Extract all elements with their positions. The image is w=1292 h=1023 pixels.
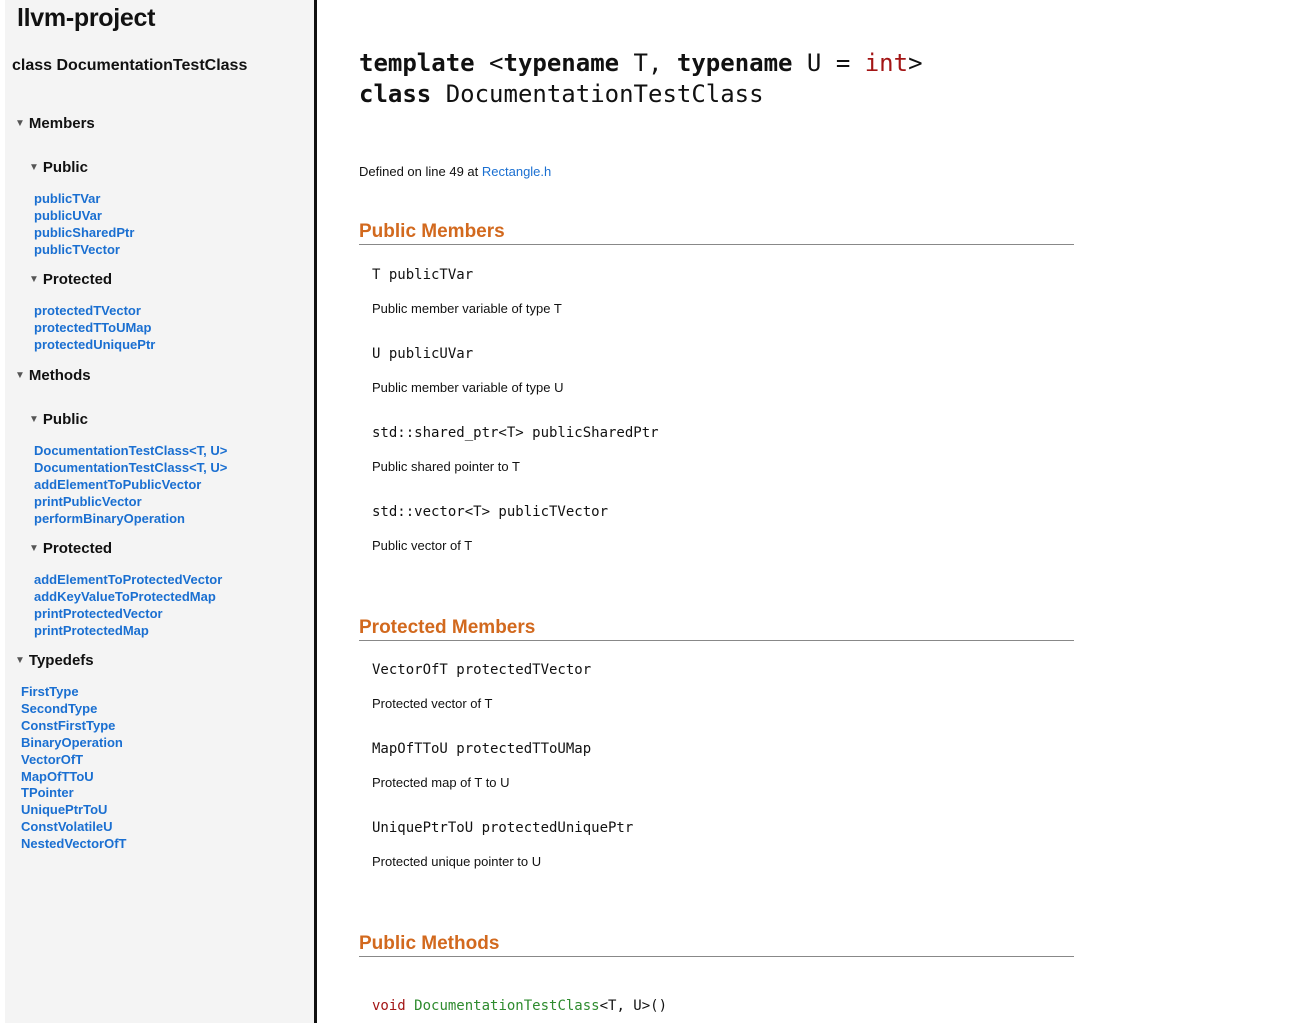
- sidebar-list-members-public: publicTVar publicUVar publicSharedPtr pu…: [34, 191, 134, 259]
- member-signature: std::vector<T> publicTVector: [372, 504, 609, 520]
- sidebar-section-label: Methods: [28, 367, 91, 384]
- sidebar-subsection-label: Protected: [42, 271, 113, 288]
- typename-keyword: typename: [503, 49, 620, 77]
- method-signature: void DocumentationTestClass<T, U>(): [372, 998, 667, 1014]
- template-keyword: template: [359, 49, 475, 77]
- sidebar-link-protectedTVector[interactable]: protectedTVector: [34, 303, 155, 320]
- public-members-heading: Public Members: [359, 221, 1074, 245]
- sidebar-subsection-label: Protected: [42, 540, 113, 557]
- sidebar-link-UniquePtrToU[interactable]: UniquePtrToU: [21, 802, 126, 819]
- triangle-down-icon[interactable]: ▼: [29, 543, 39, 554]
- sidebar-link-NestedVectorOfT[interactable]: NestedVectorOfT: [21, 836, 126, 853]
- sidebar-link-publicUVar[interactable]: publicUVar: [34, 208, 134, 225]
- sidebar-link-TPointer[interactable]: TPointer: [21, 785, 126, 802]
- triangle-down-icon[interactable]: ▼: [15, 655, 25, 666]
- template-close: >: [908, 49, 923, 77]
- sidebar-link-ConstFirstType[interactable]: ConstFirstType: [21, 718, 126, 735]
- template-line: template <typename T, typename U = int>: [359, 48, 923, 79]
- sidebar-section-label: Typedefs: [28, 652, 94, 669]
- triangle-down-icon[interactable]: ▼: [29, 162, 39, 173]
- source-file-link[interactable]: Rectangle.h: [482, 164, 551, 179]
- public-methods-heading: Public Methods: [359, 933, 1074, 957]
- triangle-down-icon[interactable]: ▼: [15, 370, 25, 381]
- triangle-down-icon[interactable]: ▼: [29, 414, 39, 425]
- defined-location: Defined on line 49 at Rectangle.h: [359, 164, 551, 179]
- triangle-down-icon[interactable]: ▼: [29, 274, 39, 285]
- template-open: <: [474, 49, 504, 77]
- member-signature: std::shared_ptr<T> publicSharedPtr: [372, 425, 659, 441]
- sidebar-link-VectorOfT[interactable]: VectorOfT: [21, 752, 126, 769]
- sidebar-link-ConstVolatileU[interactable]: ConstVolatileU: [21, 819, 126, 836]
- sidebar-list-members-protected: protectedTVector protectedTToUMap protec…: [34, 303, 155, 354]
- defined-prefix: Defined on line 49 at: [359, 164, 482, 179]
- sidebar-link-printPublicVector[interactable]: printPublicVector: [34, 494, 227, 511]
- sidebar-link-addElementToProtectedVector[interactable]: addElementToProtectedVector: [34, 572, 222, 589]
- sidebar-subsection-methods-protected[interactable]: ▼ Protected: [29, 540, 112, 557]
- sidebar-link-addElementToPublicVector[interactable]: addElementToPublicVector: [34, 477, 227, 494]
- member-signature: VectorOfT protectedTVector: [372, 662, 592, 678]
- sidebar-link-printProtectedVector[interactable]: printProtectedVector: [34, 606, 222, 623]
- member-signature: T publicTVar: [372, 267, 474, 283]
- sidebar-link-publicTVector[interactable]: publicTVector: [34, 242, 134, 259]
- sidebar-link-constructor[interactable]: DocumentationTestClass<T, U>: [34, 443, 227, 460]
- int-type: int: [864, 49, 909, 77]
- sidebar-list-methods-protected: addElementToProtectedVector addKeyValueT…: [34, 572, 222, 640]
- sidebar-subsection-members-public[interactable]: ▼ Public: [29, 159, 88, 176]
- sidebar-link-performBinaryOperation[interactable]: performBinaryOperation: [34, 511, 227, 528]
- member-description: Public member variable of type U: [372, 380, 564, 395]
- method-return-type: void: [372, 998, 415, 1014]
- sidebar-link-MapOfTToU[interactable]: MapOfTToU: [21, 769, 126, 786]
- member-description: Public shared pointer to T: [372, 459, 520, 474]
- sidebar-subsection-members-protected[interactable]: ▼ Protected: [29, 271, 112, 288]
- sidebar-link-addKeyValueToProtectedMap[interactable]: addKeyValueToProtectedMap: [34, 589, 222, 606]
- sidebar-link-protectedTToUMap[interactable]: protectedTToUMap: [34, 320, 155, 337]
- method-name: DocumentationTestClass: [414, 998, 600, 1014]
- template-param-t: T,: [619, 49, 677, 77]
- template-param-u: U =: [792, 49, 865, 77]
- class-keyword: class: [359, 80, 432, 108]
- member-description: Protected unique pointer to U: [372, 854, 542, 869]
- class-name: DocumentationTestClass: [431, 80, 764, 108]
- member-description: Public member variable of type T: [372, 301, 562, 316]
- sidebar-section-methods[interactable]: ▼ Methods: [15, 367, 91, 384]
- sidebar-section-members[interactable]: ▼ Members: [15, 115, 95, 132]
- project-title[interactable]: llvm-project: [17, 4, 155, 33]
- protected-members-heading: Protected Members: [359, 617, 1074, 641]
- sidebar-link-FirstType[interactable]: FirstType: [21, 684, 126, 701]
- sidebar-section-label: Members: [28, 115, 95, 132]
- sidebar-section-typedefs[interactable]: ▼ Typedefs: [15, 652, 94, 669]
- main-content: template <typename T, typename U = int> …: [317, 0, 1292, 1023]
- method-params: <T, U>(): [599, 998, 668, 1014]
- typename-keyword: typename: [676, 49, 793, 77]
- sidebar-subsection-label: Public: [42, 159, 88, 176]
- sidebar-link-publicSharedPtr[interactable]: publicSharedPtr: [34, 225, 134, 242]
- sidebar-subsection-label: Public: [42, 411, 88, 428]
- sidebar-link-constructor[interactable]: DocumentationTestClass<T, U>: [34, 460, 227, 477]
- member-signature: UniquePtrToU protectedUniquePtr: [372, 820, 634, 836]
- class-title[interactable]: class DocumentationTestClass: [12, 57, 247, 75]
- sidebar-subsection-methods-public[interactable]: ▼ Public: [29, 411, 88, 428]
- member-signature: U publicUVar: [372, 346, 474, 362]
- member-description: Protected vector of T: [372, 696, 493, 711]
- sidebar-link-BinaryOperation[interactable]: BinaryOperation: [21, 735, 126, 752]
- class-line: class DocumentationTestClass: [359, 79, 923, 110]
- member-signature: MapOfTToU protectedTToUMap: [372, 741, 592, 757]
- sidebar-link-protectedUniquePtr[interactable]: protectedUniquePtr: [34, 337, 155, 354]
- sidebar: llvm-project class DocumentationTestClas…: [5, 0, 317, 1023]
- sidebar-list-typedefs: FirstType SecondType ConstFirstType Bina…: [21, 684, 126, 853]
- sidebar-link-printProtectedMap[interactable]: printProtectedMap: [34, 623, 222, 640]
- sidebar-list-methods-public: DocumentationTestClass<T, U> Documentati…: [34, 443, 227, 528]
- triangle-down-icon[interactable]: ▼: [15, 118, 25, 129]
- sidebar-link-SecondType[interactable]: SecondType: [21, 701, 126, 718]
- member-description: Protected map of T to U: [372, 775, 510, 790]
- sidebar-link-publicTVar[interactable]: publicTVar: [34, 191, 134, 208]
- class-declaration: template <typename T, typename U = int> …: [359, 48, 923, 110]
- member-description: Public vector of T: [372, 538, 473, 553]
